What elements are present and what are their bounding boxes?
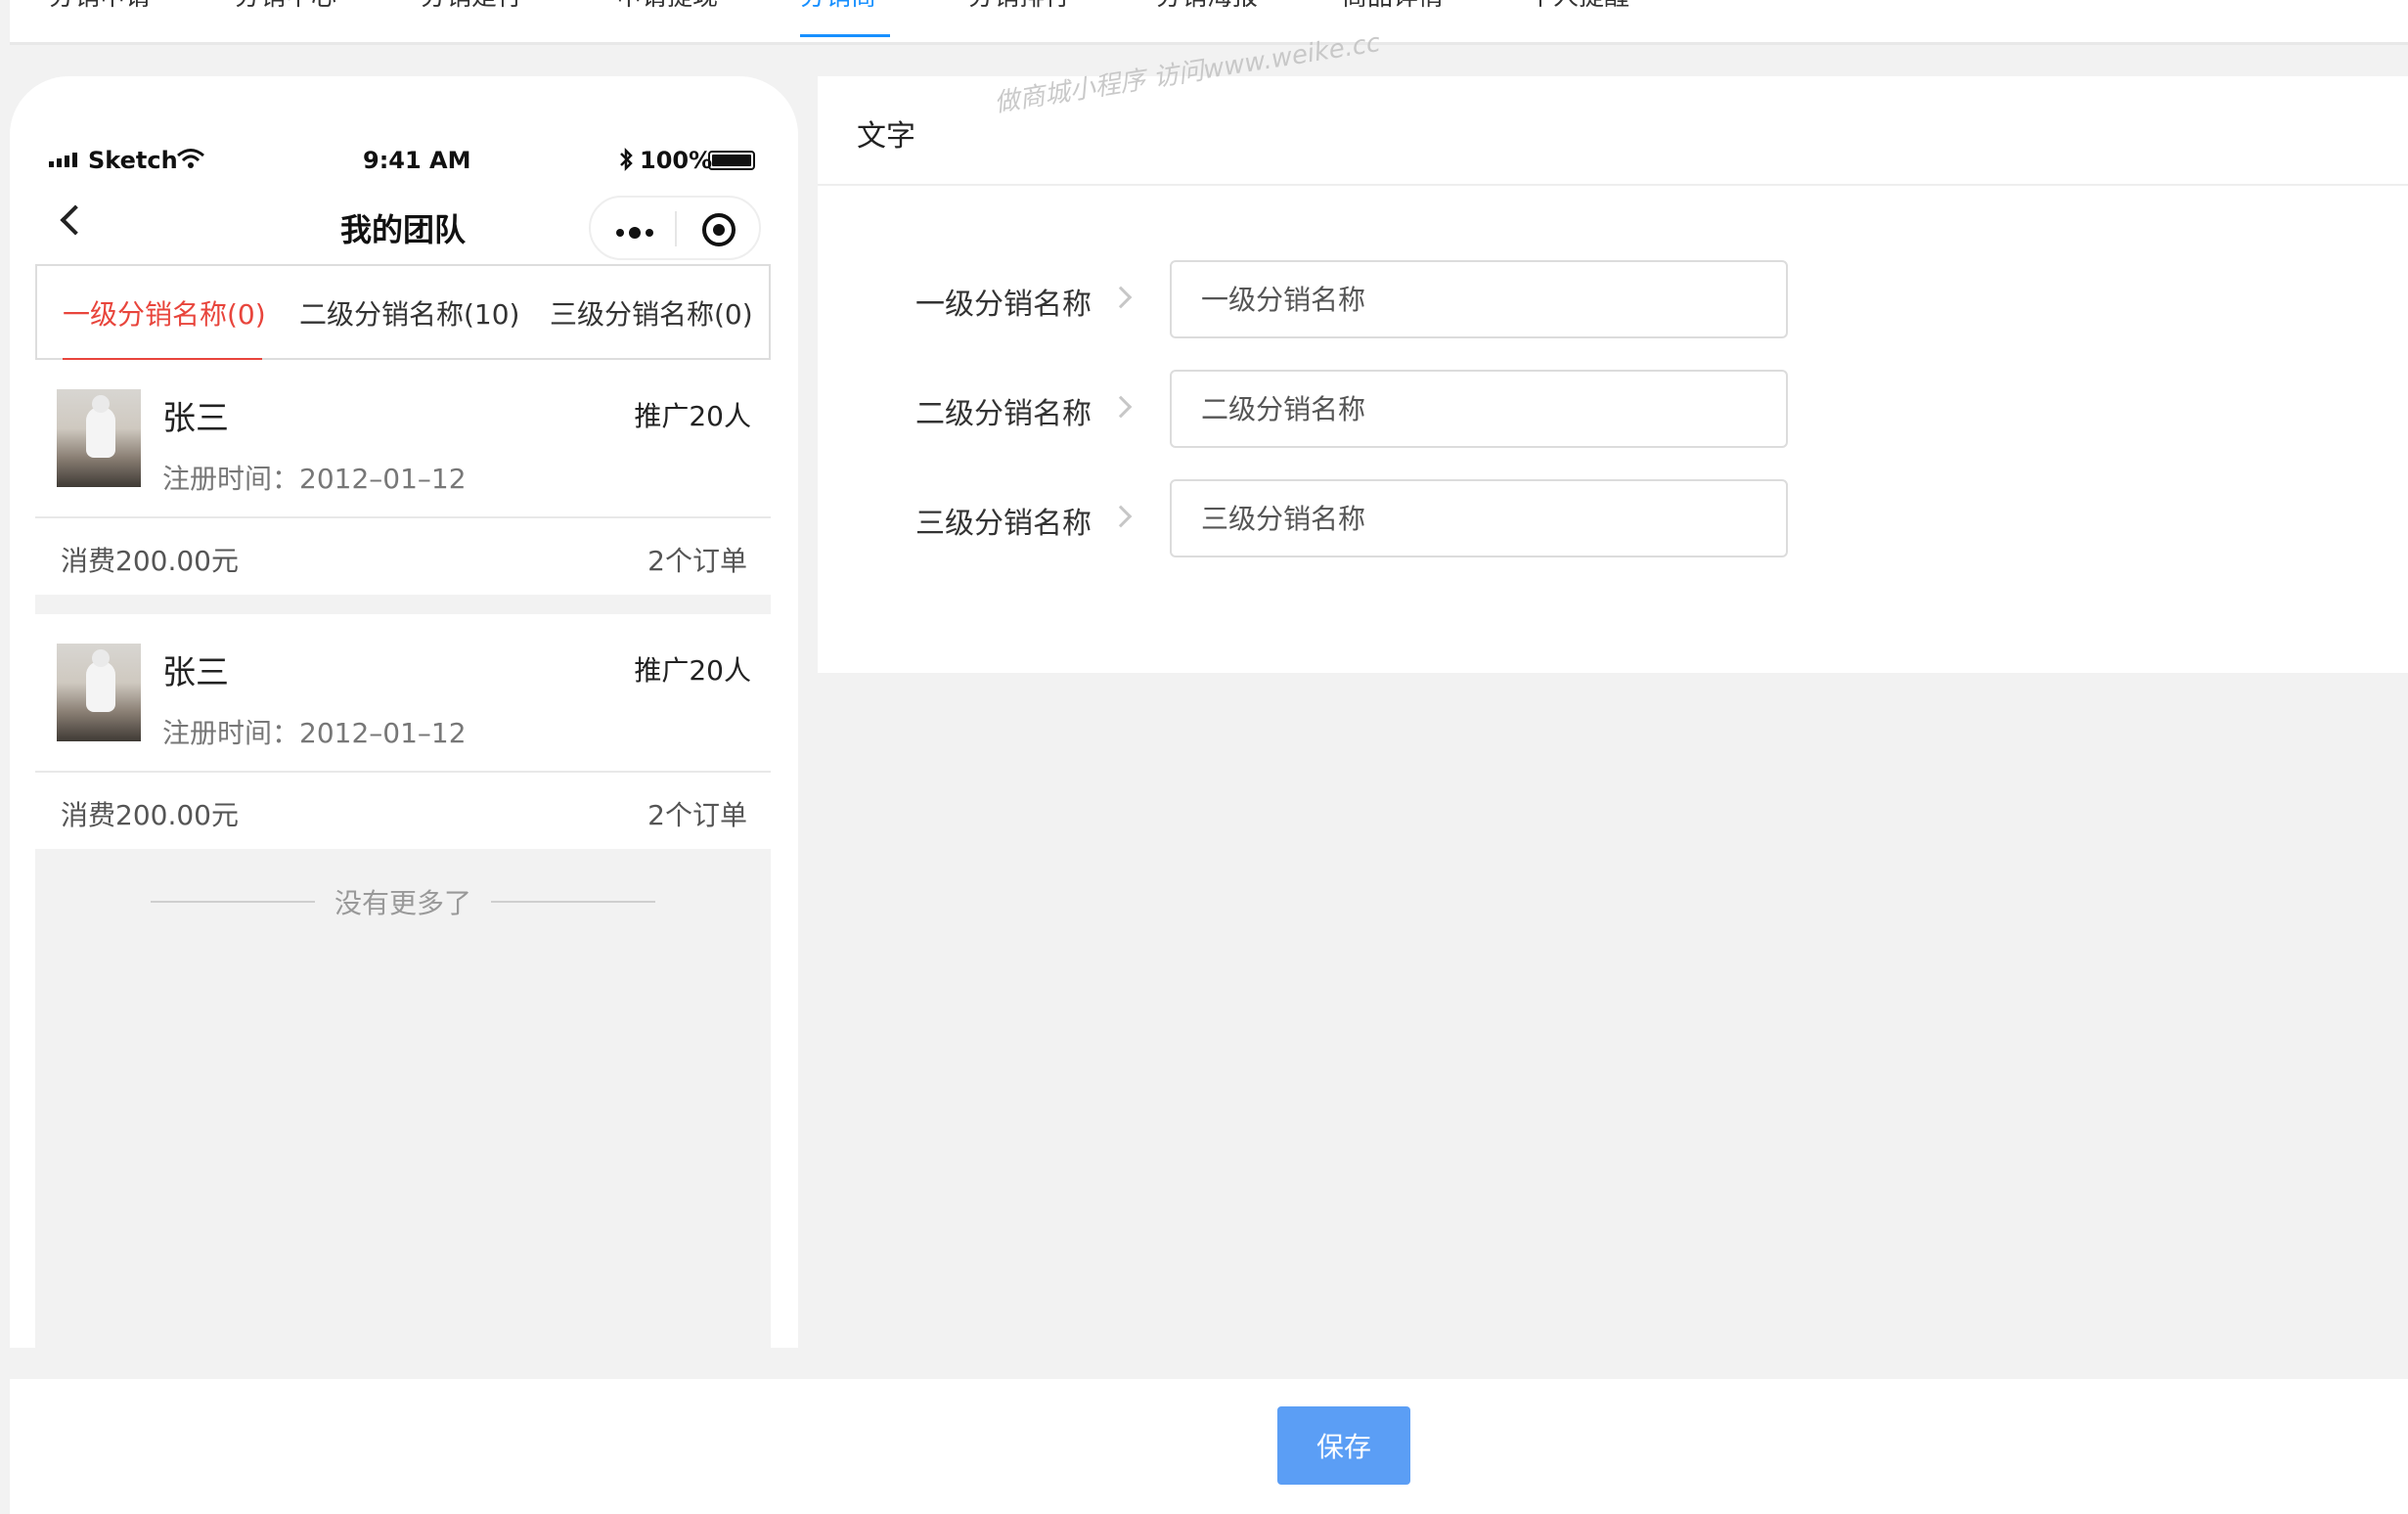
register-time: 注册时间：2012–01–12 — [162, 717, 467, 749]
carrier-label: Sketch — [88, 147, 178, 174]
level-1-name-input[interactable] — [1170, 260, 1788, 338]
chevron-right-icon — [1109, 395, 1133, 419]
level-3-name-row: 三级分销名称 — [818, 479, 2408, 557]
capsule-divider — [675, 211, 677, 246]
tab-center[interactable]: 分销中心 — [235, 0, 336, 45]
divider-line — [491, 901, 655, 903]
no-more-divider: 没有更多了 — [35, 882, 771, 921]
team-tabs: 一级分销名称(0) 二级分销名称(10) 三级分销名称(0) — [35, 264, 771, 361]
tab-rules[interactable]: 分销是行 — [421, 0, 522, 45]
chevron-right-icon — [1109, 505, 1133, 528]
promo-count: 推广20人 — [634, 400, 751, 432]
level-2-label: 二级分销名称 — [915, 397, 1092, 431]
tab-withdraw[interactable]: 申请提现 — [616, 0, 718, 45]
battery-percent: 100% — [640, 147, 713, 174]
level-3-name-input[interactable] — [1170, 479, 1788, 557]
tab-distributor[interactable]: 分销商 — [800, 0, 890, 45]
phone-navbar: 我的团队 — [35, 182, 771, 264]
member-name: 张三 — [162, 653, 229, 692]
status-bar: Sketch 9:41 AM 100% — [35, 141, 771, 182]
save-button[interactable]: 保存 — [1277, 1406, 1410, 1485]
avatar — [57, 644, 141, 741]
register-time: 注册时间：2012–01–12 — [162, 463, 467, 495]
order-count: 2个订单 — [647, 545, 747, 577]
footer-bar: 保存 — [10, 1379, 2408, 1514]
wifi-icon — [176, 147, 205, 176]
settings-panel: 文字 一级分销名称 二级分销名称 三级分销名称 — [818, 76, 2408, 673]
avatar — [57, 389, 141, 487]
chevron-right-icon — [1109, 286, 1133, 309]
spend-amount: 消费200.00元 — [61, 545, 239, 577]
close-target-icon[interactable] — [702, 213, 736, 246]
signal-icon — [49, 153, 77, 167]
bluetooth-icon — [618, 147, 634, 178]
tab-apply[interactable]: 分销申请 — [49, 0, 151, 45]
battery-icon — [708, 151, 755, 170]
tab-level-1[interactable]: 一级分销名称(0) — [63, 293, 266, 333]
status-time: 9:41 AM — [363, 147, 471, 174]
member-name: 张三 — [162, 399, 229, 438]
top-nav: 分销申请 分销中心 分销是行 申请提现 分销商 分销排行 分销海报 商品详情 个… — [10, 0, 2408, 45]
tab-ranking[interactable]: 分销排行 — [968, 0, 1070, 45]
member-card[interactable]: 张三 推广20人 注册时间：2012–01–12 消费200.00元 2个订单 — [35, 614, 771, 849]
panel-title: 文字 — [857, 119, 915, 154]
level-2-name-input[interactable] — [1170, 370, 1788, 448]
member-card[interactable]: 张三 推广20人 注册时间：2012–01–12 消费200.00元 2个订单 — [35, 360, 771, 595]
tab-reminder[interactable]: 个人提醒 — [1528, 0, 1629, 45]
tab-poster[interactable]: 分销海报 — [1156, 0, 1258, 45]
more-icon[interactable] — [616, 227, 653, 239]
level-2-name-row: 二级分销名称 — [818, 370, 2408, 448]
level-3-label: 三级分销名称 — [915, 507, 1092, 541]
level-1-label: 一级分销名称 — [915, 288, 1092, 322]
promo-count: 推广20人 — [634, 654, 751, 687]
no-more-text: 没有更多了 — [334, 887, 471, 919]
tab-level-3[interactable]: 三级分销名称(0) — [550, 293, 753, 333]
miniprogram-capsule — [589, 196, 761, 260]
tab-level-2[interactable]: 二级分销名称(10) — [299, 293, 519, 333]
level-1-name-row: 一级分销名称 — [818, 260, 2408, 338]
order-count: 2个订单 — [647, 799, 747, 831]
spend-amount: 消费200.00元 — [61, 799, 239, 831]
